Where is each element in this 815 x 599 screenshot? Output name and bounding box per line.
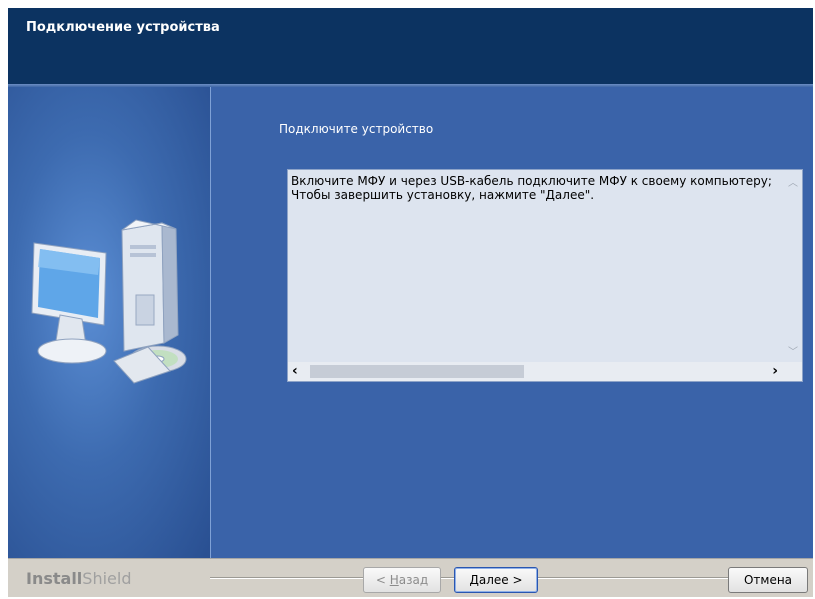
horizontal-scroll-thumb[interactable] [310,365,524,378]
horizontal-scrollbar[interactable]: ‹ › [288,362,802,381]
chevron-left-icon[interactable]: ‹ [292,363,298,379]
step-subtitle: Подключите устройство [279,122,434,136]
chevron-right-icon[interactable]: › [772,363,778,379]
back-mnemonic: Н [389,573,399,587]
instructions-textbox[interactable]: Включите МФУ и через USB-кабель подключи… [287,169,803,382]
next-button[interactable]: Далее > [454,567,538,593]
button-bar: InstallShield < Назад Далее > Отмена [8,558,813,597]
header-banner: Подключение устройства [8,8,813,84]
chevron-down-icon[interactable]: ﹀ [784,343,802,358]
left-graphic-panel [8,87,210,558]
back-rest: азад [398,573,429,587]
next-mnemonic: Д [469,573,479,587]
back-button[interactable]: < Назад [363,567,441,593]
cancel-button[interactable]: Отмена [728,567,808,593]
installshield-logo: InstallShield [26,569,131,588]
installer-window: Подключение устройства Подключите устрой… [8,8,813,597]
brand-light: Shield [82,569,132,588]
vertical-scrollbar[interactable]: ︿ ﹀ [784,170,802,362]
instructions-line: Чтобы завершить установку, нажмите "Дале… [291,188,595,202]
content-panel: Подключите устройство Включите МФУ и чер… [211,87,813,558]
back-prefix: < [375,573,390,587]
brand-bold: Install [26,569,83,588]
instructions-text: Включите МФУ и через USB-кабель подключи… [291,174,773,360]
next-rest: алее > [478,573,523,587]
window-title: Подключение устройства [26,20,220,35]
chevron-up-icon[interactable]: ︿ [784,174,802,189]
instructions-line: Включите МФУ и через USB-кабель подключи… [291,174,773,188]
computer-with-cd-icon [31,219,187,384]
